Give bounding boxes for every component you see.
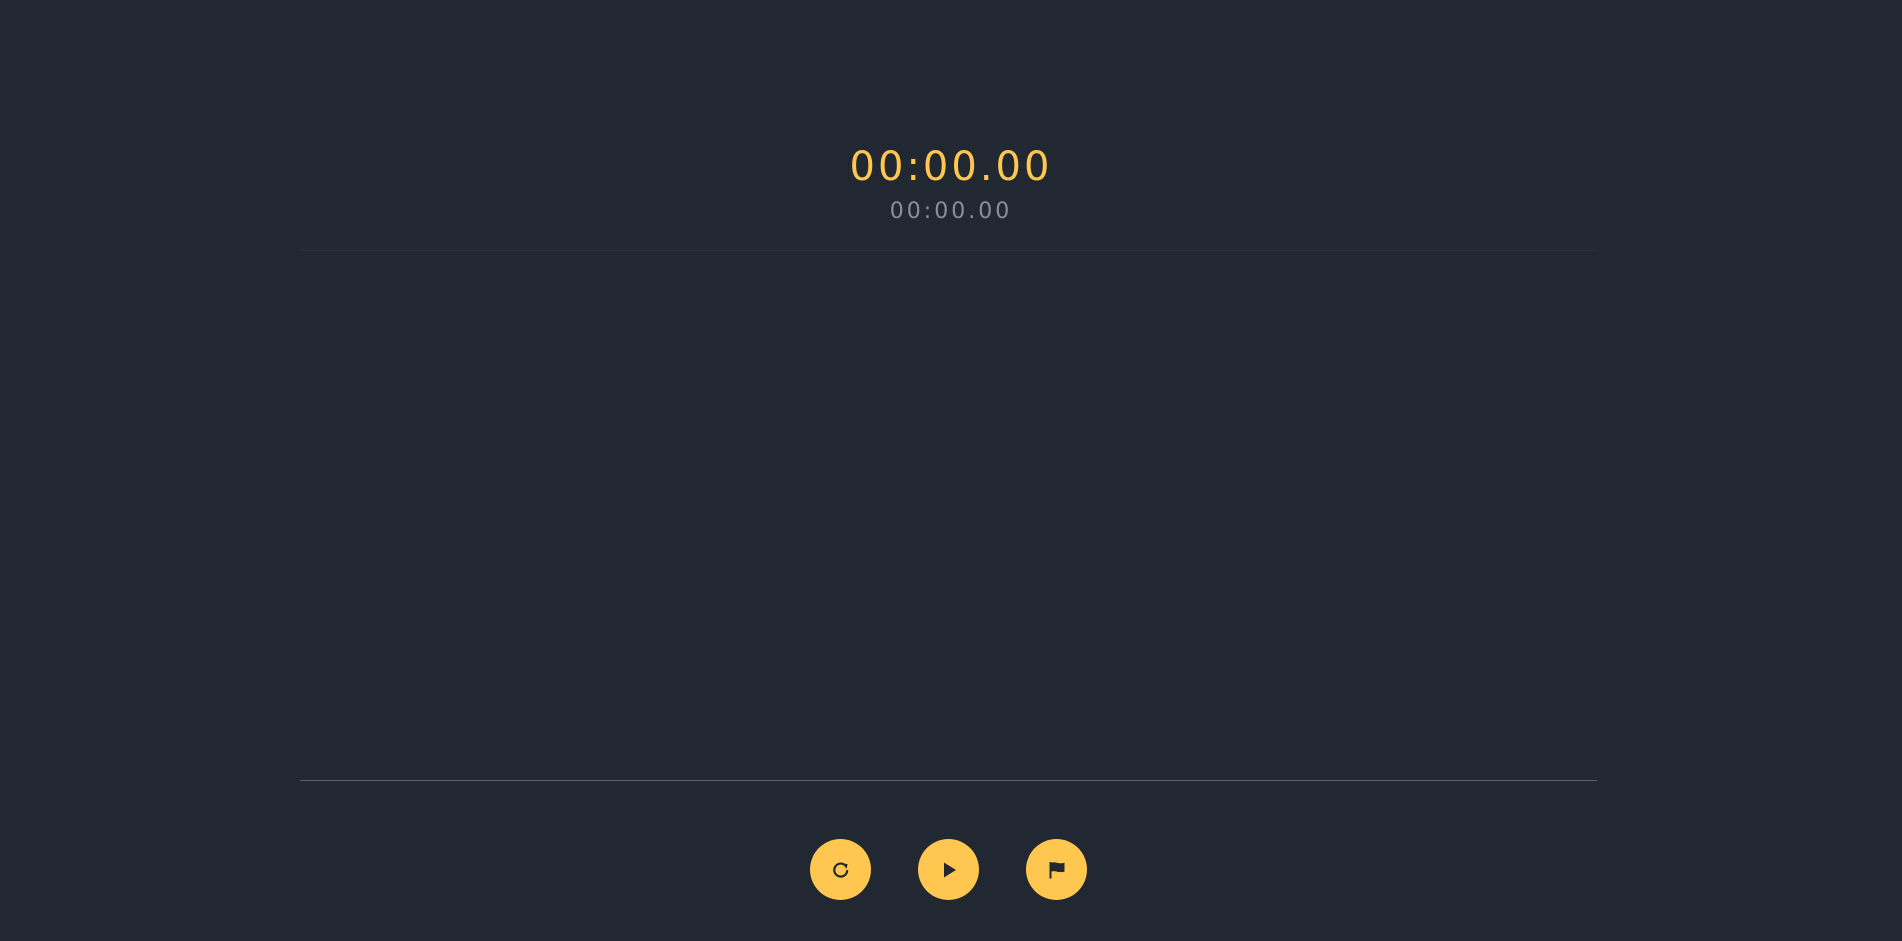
laps-list: [300, 252, 1597, 779]
play-icon: [939, 860, 959, 880]
bottom-divider: [300, 780, 1597, 781]
controls-bar: [0, 839, 1902, 901]
stopwatch-app: 00:00.00 00:00.00: [0, 0, 1902, 941]
reset-button[interactable]: [810, 839, 871, 900]
lap-button[interactable]: [1026, 839, 1087, 900]
play-button[interactable]: [918, 839, 979, 900]
main-time-display: 00:00.00: [849, 144, 1053, 190]
reset-icon: [831, 860, 851, 880]
flag-icon: [1047, 860, 1067, 880]
top-divider: [300, 250, 1597, 251]
lap-time-display: 00:00.00: [889, 199, 1013, 224]
